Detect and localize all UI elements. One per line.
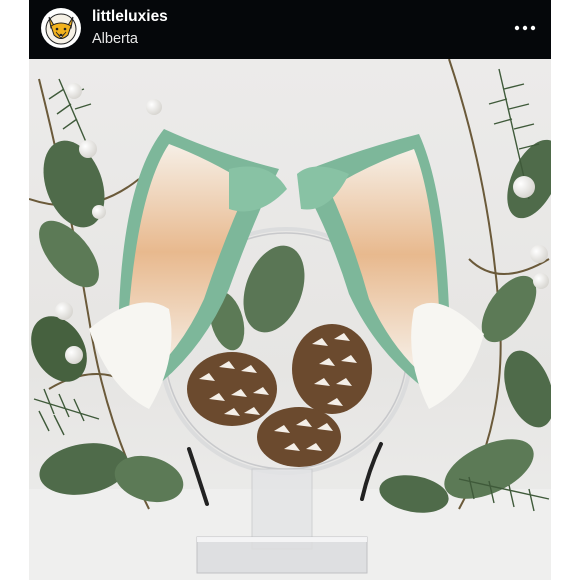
more-options-icon xyxy=(514,25,536,31)
instagram-post: littleluxies Alberta xyxy=(29,0,551,580)
fox-logo-icon xyxy=(42,9,80,47)
product-photo xyxy=(29,59,551,580)
more-options-button[interactable] xyxy=(513,16,537,40)
post-author: littleluxies Alberta xyxy=(92,7,168,49)
post-photo[interactable] xyxy=(29,59,551,580)
username[interactable]: littleluxies xyxy=(92,7,168,27)
post-header: littleluxies Alberta xyxy=(29,0,551,59)
location[interactable]: Alberta xyxy=(92,29,168,49)
avatar[interactable] xyxy=(41,8,81,48)
